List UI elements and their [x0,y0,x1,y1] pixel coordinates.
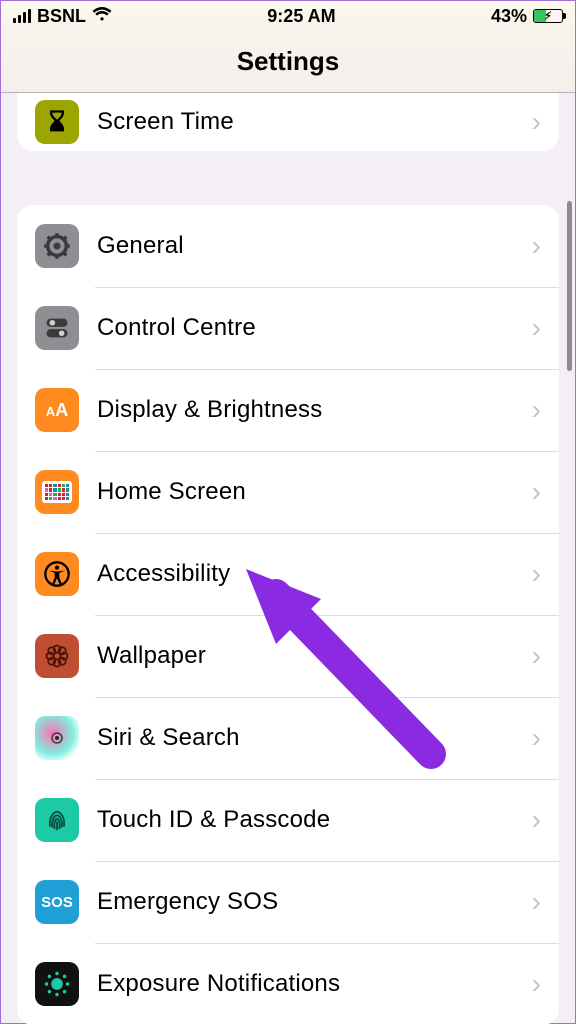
settings-group-partial: Screen Time › [17,93,559,151]
toggles-icon [35,306,79,350]
wifi-icon [92,6,112,27]
clock-label: 9:25 AM [267,6,335,27]
chevron-right-icon: › [532,886,541,918]
chevron-right-icon: › [532,640,541,672]
row-label: Exposure Notifications [97,970,532,998]
row-label: Screen Time [97,108,532,136]
battery-icon: ⚡︎ [533,9,563,23]
row-home-screen[interactable]: Home Screen › [17,451,559,533]
fingerprint-icon [35,798,79,842]
carrier-label: BSNL [37,6,86,27]
row-wallpaper[interactable]: Wallpaper › [17,615,559,697]
battery-percent-label: 43% [491,6,527,27]
row-general[interactable]: General › [17,205,559,287]
sos-icon-text: SOS [41,894,73,911]
accessibility-icon [35,552,79,596]
row-label: Emergency SOS [97,888,532,916]
chevron-right-icon: › [532,106,541,138]
nav-bar: Settings [1,31,575,93]
row-touch-id[interactable]: Touch ID & Passcode › [17,779,559,861]
row-label: Accessibility [97,560,532,588]
siri-icon [35,716,79,760]
row-display-brightness[interactable]: AA Display & Brightness › [17,369,559,451]
chevron-right-icon: › [532,476,541,508]
app-grid-icon [35,470,79,514]
status-left: BSNL [13,6,112,27]
row-label: Siri & Search [97,724,532,752]
page-title: Settings [237,46,340,77]
hourglass-icon [35,100,79,144]
chevron-right-icon: › [532,804,541,836]
row-label: Display & Brightness [97,396,532,424]
scrollbar-thumb[interactable] [567,201,572,371]
cellular-signal-icon [13,9,31,23]
text-size-icon: AA [35,388,79,432]
chevron-right-icon: › [532,312,541,344]
status-right: 43% ⚡︎ [491,6,563,27]
row-siri-search[interactable]: Siri & Search › [17,697,559,779]
settings-scroll[interactable]: Screen Time › General › Control Centre ›… [1,93,575,1024]
sos-icon: SOS [35,880,79,924]
row-accessibility[interactable]: Accessibility › [17,533,559,615]
status-bar: BSNL 9:25 AM 43% ⚡︎ [1,1,575,31]
row-emergency-sos[interactable]: SOS Emergency SOS › [17,861,559,943]
chevron-right-icon: › [532,968,541,1000]
row-label: Touch ID & Passcode [97,806,532,834]
row-label: Wallpaper [97,642,532,670]
row-label: General [97,232,532,260]
row-exposure-notifications[interactable]: Exposure Notifications › [17,943,559,1024]
row-control-centre[interactable]: Control Centre › [17,287,559,369]
row-label: Home Screen [97,478,532,506]
chevron-right-icon: › [532,230,541,262]
row-screen-time[interactable]: Screen Time › [17,93,559,151]
row-label: Control Centre [97,314,532,342]
flower-icon [35,634,79,678]
exposure-icon [35,962,79,1006]
settings-group-main: General › Control Centre › AA Display & … [17,205,559,1024]
chevron-right-icon: › [532,722,541,754]
gear-icon [35,224,79,268]
chevron-right-icon: › [532,394,541,426]
chevron-right-icon: › [532,558,541,590]
